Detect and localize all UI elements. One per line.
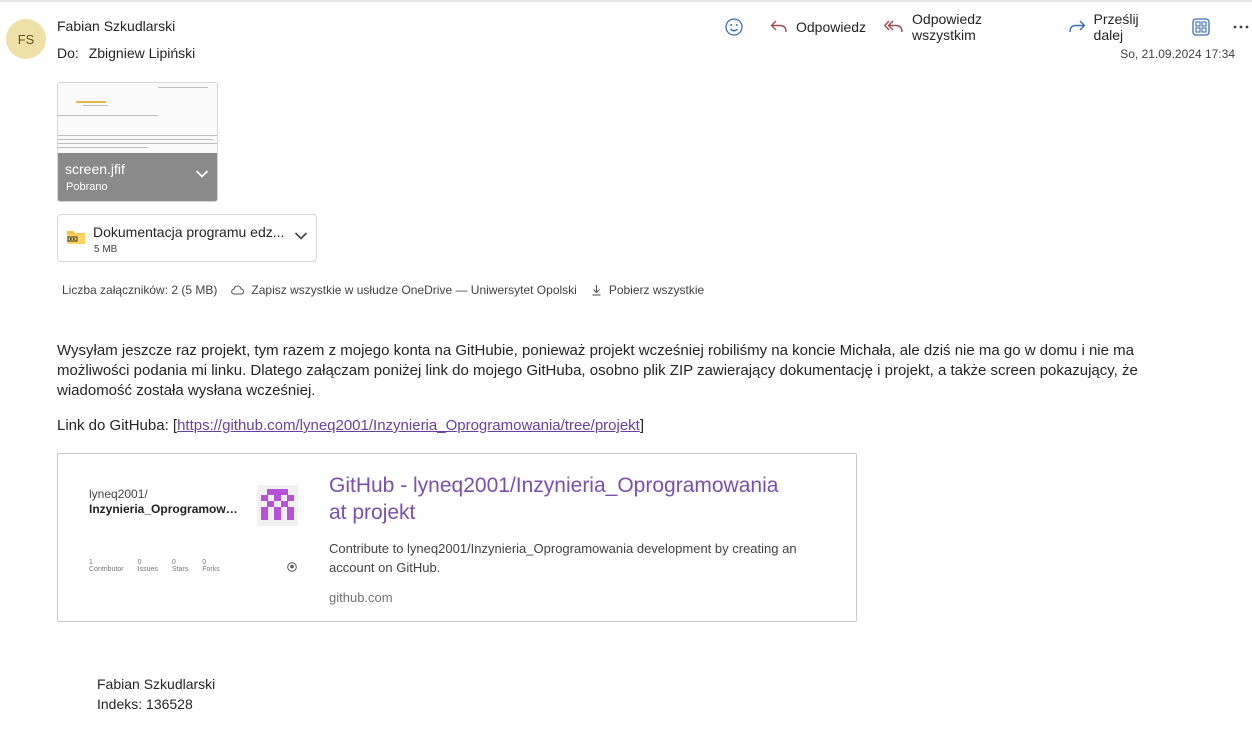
grid-view-icon	[1192, 18, 1210, 36]
signature: Fabian Szkudlarski Indeks: 136528	[97, 674, 215, 714]
attachment-status: Pobrano	[66, 181, 108, 193]
link-preview-card[interactable]: lyneq2001/ Inzynieria_Oprogramowania 1 Co…	[57, 453, 857, 622]
smiley-icon	[725, 18, 743, 36]
link-prefix: Link do GitHuba: [	[57, 417, 178, 434]
to-label: Do:	[57, 45, 79, 61]
save-to-onedrive-link[interactable]: Zapisz wszystkie w usłudze OneDrive — Un…	[251, 283, 576, 297]
stat-forks: 0 Forks	[202, 559, 220, 573]
immersive-reader-button[interactable]	[1190, 16, 1212, 38]
attachment-count: Liczba załączników: 2 (5 MB)	[62, 283, 218, 297]
stat-issues: 0 Issues	[137, 559, 158, 573]
attachment-toolbar: Liczba załączników: 2 (5 MB) Zapisz wszy…	[62, 283, 704, 297]
github-link-line: Link do GitHuba: [https://github.com/lyn…	[57, 417, 644, 434]
reply-icon	[770, 20, 787, 33]
forward-label: Prześlij dalej	[1093, 11, 1139, 43]
attachment-thumbnail	[58, 83, 217, 153]
github-link[interactable]: https://github.com/lyneq2001/Inzynieria_…	[177, 417, 640, 434]
attachment-info-bar: screen.jfif Pobrano	[58, 153, 217, 201]
identicon-icon	[257, 485, 298, 526]
attachment-zip[interactable]: Dokumentacja programu edz... 5 MB	[57, 214, 317, 262]
attachment-size: 5 MB	[94, 244, 118, 255]
message-actions: Odpowiedz Odpowiedz wszystkim Prześlij d…	[724, 11, 1252, 43]
attachment-filename: Dokumentacja programu edz...	[93, 224, 285, 240]
chevron-down-icon[interactable]	[195, 169, 209, 179]
message-body-paragraph: Wysyłam jeszcze raz projekt, tym razem z…	[57, 342, 1138, 399]
attachment-image[interactable]: screen.jfif Pobrano	[57, 82, 218, 202]
forward-button[interactable]: Prześlij dalej	[1068, 11, 1172, 43]
reply-all-icon	[884, 20, 903, 33]
zip-folder-icon	[67, 231, 85, 244]
github-logo-icon	[287, 562, 297, 572]
preview-repo-owner: lyneq2001/	[89, 487, 148, 501]
chevron-down-icon[interactable]	[294, 231, 308, 241]
reply-all-label: Odpowiedz wszystkim	[912, 11, 983, 43]
download-icon	[592, 285, 601, 296]
forward-icon	[1068, 20, 1086, 33]
link-preview-domain: github.com	[329, 590, 393, 605]
top-divider	[0, 0, 1252, 2]
signature-index: Indeks: 136528	[97, 696, 193, 712]
stat-contributors: 1 Contributor	[89, 559, 124, 573]
link-preview-title[interactable]: GitHub - lyneq2001/Inzynieria_Oprogramow…	[329, 472, 799, 526]
reply-all-button[interactable]: Odpowiedz wszystkim	[884, 11, 1050, 43]
message-date: So, 21.09.2024 17:34	[1120, 47, 1235, 61]
emoji-reaction-button[interactable]	[724, 17, 752, 37]
avatar[interactable]: FS	[6, 19, 46, 59]
sender-name[interactable]: Fabian Szkudlarski	[57, 18, 175, 34]
signature-name: Fabian Szkudlarski	[97, 676, 216, 692]
link-preview-image: lyneq2001/ Inzynieria_Oprogramowania 1 Co…	[58, 454, 308, 621]
attachment-filename: screen.jfif	[65, 161, 125, 177]
stat-stars: 0 Stars	[171, 559, 189, 573]
ellipsis-icon	[1233, 25, 1249, 29]
repo-stats: 1 Contributor 0 Issues 0 Stars 0 Forks	[89, 559, 234, 573]
reply-label: Odpowiedz	[796, 19, 867, 35]
recipient-line: Do: Zbigniew Lipiński	[57, 45, 195, 61]
cloud-icon	[231, 285, 245, 295]
preview-repo-name: Inzynieria_Oprogramowania	[89, 502, 244, 516]
download-all-link[interactable]: Pobierz wszystkie	[609, 283, 704, 297]
link-suffix: ]	[639, 417, 645, 434]
link-preview-description: Contribute to lyneq2001/Inzynieria_Oprog…	[329, 541, 797, 575]
reply-button[interactable]: Odpowiedz	[770, 19, 866, 35]
recipient-name[interactable]: Zbigniew Lipiński	[89, 45, 196, 61]
more-actions-button[interactable]	[1230, 16, 1252, 38]
